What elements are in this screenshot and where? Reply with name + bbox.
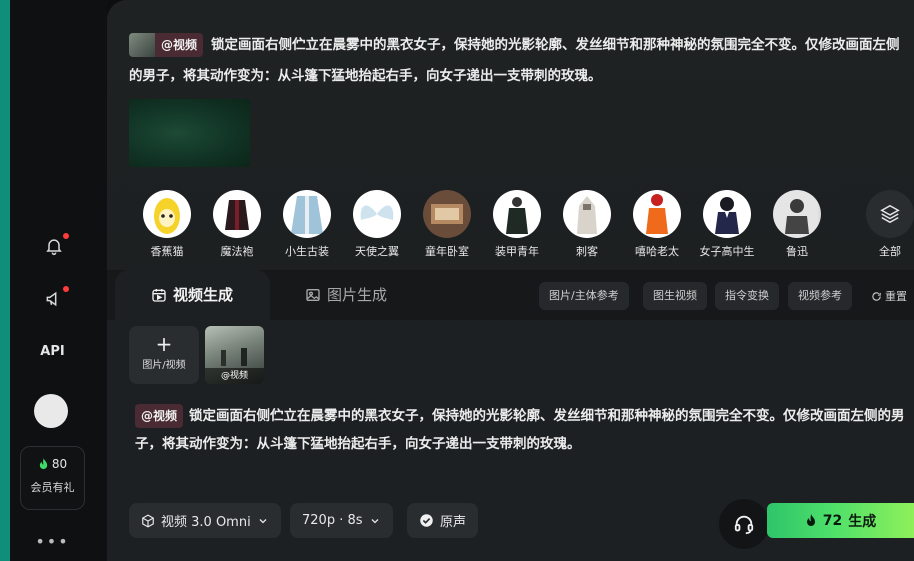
chip-image-subject-reference[interactable]: 图片/主体参考 bbox=[539, 282, 629, 310]
tab-video-generation[interactable]: 视频生成 bbox=[151, 284, 233, 305]
video-calendar-icon bbox=[152, 288, 166, 302]
notification-dot bbox=[63, 233, 69, 239]
compose-body: + 图片/视频 @视频 @视频 锁定画面右侧伫立在晨雾中的黑衣女子，保持她的光影轮… bbox=[107, 320, 914, 561]
template-item[interactable]: 香蕉猫 bbox=[137, 190, 197, 259]
cube-icon bbox=[142, 513, 154, 528]
model-label: 视频 3.0 Omni bbox=[161, 515, 251, 530]
result-preview-image[interactable] bbox=[129, 99, 250, 167]
refresh-icon bbox=[872, 291, 881, 301]
chip-instruction-transform[interactable]: 指令变换 bbox=[715, 282, 779, 310]
banana-cat-avatar bbox=[143, 190, 191, 238]
flame-icon bbox=[806, 513, 815, 526]
reference-video-thumbnail[interactable]: @视频 bbox=[205, 326, 264, 384]
reset-label: 重置 bbox=[885, 290, 907, 303]
template-item[interactable]: 嘻哈老太 bbox=[627, 190, 687, 259]
childhood-room-avatar bbox=[423, 190, 471, 238]
tab-image-generation[interactable]: 图片生成 bbox=[305, 284, 387, 305]
prompt-video-tag[interactable]: @视频 bbox=[135, 404, 184, 428]
tab-image-label: 图片生成 bbox=[327, 286, 388, 304]
notification-bell-icon[interactable] bbox=[42, 233, 69, 258]
vip-label: 会员有礼 bbox=[30, 481, 75, 494]
layers-icon bbox=[866, 190, 914, 238]
angel-wings-avatar bbox=[353, 190, 401, 238]
prompt-text: 锁定画面右侧伫立在晨雾中的黑衣女子，保持她的光影轮廓、发丝细节和那种神秘的氛围完… bbox=[135, 408, 905, 452]
template-item[interactable]: 刺客 bbox=[557, 190, 617, 259]
announcement-megaphone-icon[interactable] bbox=[42, 286, 69, 311]
all-templates-label: 全部 bbox=[879, 245, 901, 258]
tab-video-label: 视频生成 bbox=[173, 286, 234, 304]
reset-button[interactable]: 重置 bbox=[871, 288, 907, 304]
user-avatar[interactable] bbox=[34, 394, 68, 428]
hiphop-granny-avatar bbox=[633, 190, 681, 238]
app-root: API 80 会员有礼 ••• @视频 锁定画面右侧伫立在晨雾中的黑衣女子，保持她… bbox=[0, 0, 914, 561]
original-audio-toggle[interactable]: 原声 bbox=[407, 503, 479, 538]
chevron-down-icon bbox=[259, 518, 267, 523]
more-menu-button[interactable]: ••• bbox=[10, 532, 95, 551]
template-item[interactable]: 女子高中生 bbox=[697, 190, 757, 259]
announcement-dot bbox=[63, 286, 69, 292]
composer-panel: 视频生成 图片生成 图片/主体参考 图生视频 指令变换 视频参考 重置 + 图片… bbox=[107, 270, 914, 561]
generate-label: 生成 bbox=[848, 513, 877, 530]
model-selector[interactable]: 视频 3.0 Omni bbox=[129, 503, 281, 538]
template-name: 小生古装 bbox=[285, 245, 329, 258]
resolution-duration-selector[interactable]: 720p · 8s bbox=[290, 503, 393, 538]
armored-youth-avatar bbox=[493, 190, 541, 238]
ancient-costume-avatar bbox=[283, 190, 331, 238]
chevron-down-icon bbox=[371, 518, 378, 523]
template-name: 香蕉猫 bbox=[150, 245, 184, 258]
template-name: 刺客 bbox=[576, 245, 598, 258]
template-name: 装甲青年 bbox=[495, 245, 539, 258]
generate-cost: 72 bbox=[822, 512, 843, 529]
chip-image-to-video[interactable]: 图生视频 bbox=[643, 282, 707, 310]
upload-media-button[interactable]: + 图片/视频 bbox=[129, 326, 199, 384]
history-message: @视频 锁定画面右侧伫立在晨雾中的黑衣女子，保持她的光影轮廓、发丝细节和那种神秘的… bbox=[129, 30, 909, 92]
plus-icon: + bbox=[155, 332, 173, 356]
customer-support-button[interactable] bbox=[719, 499, 769, 549]
luxun-avatar bbox=[773, 190, 821, 238]
template-name: 女子高中生 bbox=[699, 245, 755, 258]
vip-credits: 80 bbox=[21, 457, 84, 471]
resolution-label: 720p · 8s bbox=[302, 513, 363, 528]
assassin-avatar bbox=[563, 190, 611, 238]
main-panel: @视频 锁定画面右侧伫立在晨雾中的黑衣女子，保持她的光影轮廓、发丝细节和那种神秘的… bbox=[107, 0, 914, 561]
magic-robe-avatar bbox=[213, 190, 261, 238]
reference-caption: @视频 bbox=[205, 368, 264, 384]
message-text: 锁定画面右侧伫立在晨雾中的黑衣女子，保持她的光影轮廓、发丝细节和那种神秘的氛围完… bbox=[129, 37, 900, 84]
template-name: 魔法袍 bbox=[220, 245, 254, 258]
schoolgirl-avatar bbox=[703, 190, 751, 238]
prompt-input[interactable]: @视频 锁定画面右侧伫立在晨雾中的黑衣女子，保持她的光影轮廓、发丝细节和那种神秘的… bbox=[135, 402, 910, 458]
template-name: 天使之翼 bbox=[355, 245, 399, 258]
template-item[interactable]: 魔法袍 bbox=[207, 190, 267, 259]
chip-video-reference[interactable]: 视频参考 bbox=[788, 282, 852, 310]
upload-label: 图片/视频 bbox=[142, 360, 186, 371]
sidebar: API 80 会员有礼 ••• bbox=[10, 0, 107, 561]
template-item[interactable]: 童年卧室 bbox=[417, 190, 477, 259]
message-video-tag: @视频 bbox=[155, 33, 204, 57]
check-circle-icon bbox=[420, 514, 433, 527]
accent-edge bbox=[0, 0, 10, 561]
flame-icon bbox=[39, 457, 48, 469]
template-name: 童年卧室 bbox=[425, 245, 469, 258]
vip-count-value: 80 bbox=[51, 457, 68, 471]
vip-gift-button[interactable]: 80 会员有礼 bbox=[20, 446, 85, 510]
message-video-thumbnail bbox=[129, 33, 155, 57]
audio-label: 原声 bbox=[440, 515, 467, 530]
all-templates-button[interactable]: 全部 bbox=[865, 190, 914, 259]
template-item[interactable]: 装甲青年 bbox=[487, 190, 547, 259]
headset-icon bbox=[734, 515, 754, 535]
api-link[interactable]: API bbox=[10, 344, 95, 359]
template-item[interactable]: 天使之翼 bbox=[347, 190, 407, 259]
template-name: 鲁迅 bbox=[786, 245, 808, 258]
image-icon bbox=[306, 288, 320, 301]
template-name: 嘻哈老太 bbox=[635, 245, 679, 258]
template-item[interactable]: 小生古装 bbox=[277, 190, 337, 259]
template-strip: 香蕉猫 魔法袍 小生古装 天使之翼 童年卧室 装甲青年 刺客 嘻哈老太 女子高中… bbox=[137, 190, 914, 262]
generate-button[interactable]: 72 生成 bbox=[767, 503, 914, 538]
